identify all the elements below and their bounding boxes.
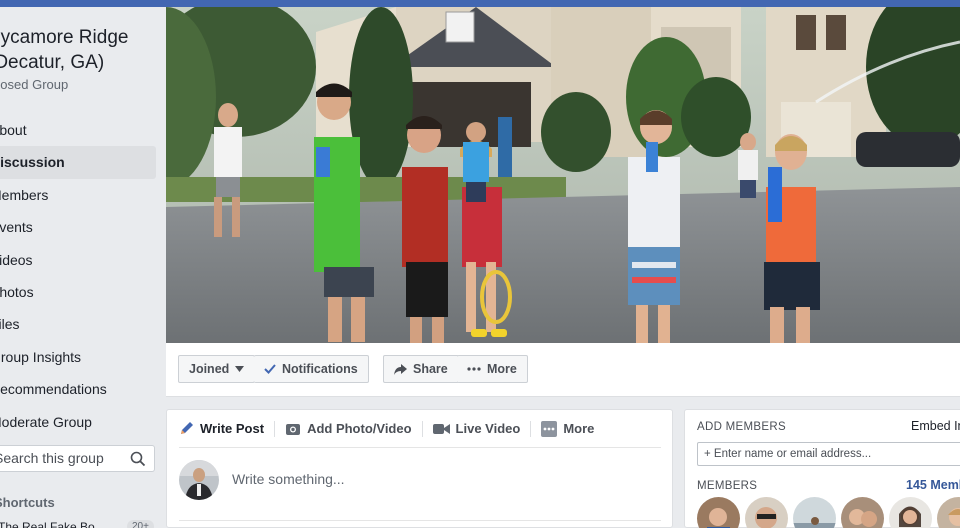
top-bar	[0, 0, 960, 7]
sidebar-item-members[interactable]: Members	[0, 179, 156, 211]
member-avatar[interactable]	[889, 497, 932, 528]
post-text-input[interactable]: Write something...	[232, 471, 345, 487]
sidebar-item-label: Events	[0, 219, 33, 236]
composer-divider	[179, 520, 661, 521]
tab-live-video[interactable]: Live Video	[432, 410, 531, 448]
more-dots-icon	[467, 367, 481, 371]
members-count-link[interactable]: 145 Memb	[906, 478, 960, 492]
more-label: More	[487, 362, 517, 376]
embed-link[interactable]: Embed In	[911, 419, 960, 433]
add-member-placeholder: Enter name or email address...	[713, 448, 872, 460]
tab-divider	[274, 420, 276, 437]
profile-picture	[179, 460, 219, 500]
tab-label: More	[563, 421, 595, 436]
notifications-label: Notifications	[282, 362, 358, 376]
shortcuts-heading: Shortcuts	[0, 495, 55, 510]
sidebar-item-recommendations[interactable]: Recommendations	[0, 373, 156, 405]
sidebar-item-label: Discussion	[0, 154, 65, 171]
tab-label: Write Post	[200, 421, 265, 436]
composer-tabs: Write Post Add Photo/Video Live Video Mo…	[179, 410, 661, 448]
sidebar-item-label: Files	[0, 316, 20, 333]
sidebar-item-about[interactable]: About	[0, 114, 156, 146]
member-avatar[interactable]	[745, 497, 788, 528]
group-name-line1: Sycamore Ridge	[0, 27, 129, 48]
sidebar-item-discussion[interactable]: Discussion	[0, 146, 156, 179]
add-member-input[interactable]: + Enter name or email address...	[697, 442, 960, 466]
sidebar-item-label: Videos	[0, 251, 33, 268]
group-action-bar: Joined Notifications Share More	[166, 343, 960, 397]
sidebar-item-moderate-group[interactable]: Moderate Group	[0, 406, 156, 438]
checkmark-icon	[264, 364, 276, 374]
more-grid-icon	[541, 420, 558, 437]
sidebar-item-label: Recommendations	[0, 381, 107, 398]
group-name[interactable]: Sycamore Ridge (Decatur, GA)	[0, 25, 163, 75]
shortcut-item[interactable]: The Real Fake Bo	[0, 520, 95, 528]
chevron-down-icon	[235, 366, 245, 372]
sidebar-item-label: Members	[0, 186, 49, 203]
tab-label: Add Photo/Video	[307, 421, 412, 436]
add-members-heading: ADD MEMBERS	[697, 421, 786, 433]
joined-label: Joined	[189, 362, 230, 376]
video-camera-icon	[432, 423, 450, 434]
share-arrow-icon	[394, 363, 407, 375]
avatar[interactable]	[179, 460, 219, 500]
group-nav: About Discussion Members Events Videos P…	[0, 114, 156, 438]
member-avatar[interactable]	[697, 497, 740, 528]
camera-icon	[286, 423, 301, 435]
tab-add-photo-video[interactable]: Add Photo/Video	[285, 410, 421, 448]
member-avatar[interactable]	[793, 497, 836, 528]
cover-photo[interactable]	[166, 7, 960, 343]
sidebar-item-label: Group Insights	[0, 348, 82, 365]
sidebar-item-files[interactable]: Files	[0, 308, 156, 340]
cover-photo-image	[166, 7, 960, 343]
sidebar-item-photos[interactable]: Photos	[0, 276, 156, 308]
tab-more[interactable]: More	[541, 410, 604, 448]
joined-button[interactable]: Joined	[178, 355, 256, 383]
plus-icon: +	[704, 448, 711, 460]
member-avatar[interactable]	[937, 497, 960, 528]
members-heading: MEMBERS	[697, 480, 758, 492]
sidebar-item-label: Moderate Group	[0, 413, 92, 430]
share-label: Share	[413, 362, 448, 376]
member-avatar[interactable]	[841, 497, 884, 528]
sidebar-item-videos[interactable]: Videos	[0, 244, 156, 276]
sidebar-item-group-insights[interactable]: Group Insights	[0, 341, 156, 373]
sidebar-item-events[interactable]: Events	[0, 211, 156, 243]
share-button[interactable]: Share	[383, 355, 459, 383]
sidebar-item-label: About	[0, 122, 27, 138]
tab-divider	[530, 420, 532, 437]
shortcut-count-badge: 20+	[127, 520, 154, 528]
group-sidebar: Sycamore Ridge (Decatur, GA) Closed Grou…	[0, 7, 166, 528]
group-privacy-label: Closed Group	[0, 77, 69, 92]
group-search-input[interactable]	[0, 450, 124, 466]
sidebar-item-label: Photos	[0, 283, 34, 300]
more-button[interactable]: More	[457, 355, 528, 383]
pencil-icon	[181, 422, 193, 434]
member-avatars	[697, 497, 960, 528]
tab-divider	[421, 420, 423, 437]
members-panel: ADD MEMBERS Embed In + Enter name or ema…	[684, 409, 960, 528]
group-search-box	[0, 445, 155, 472]
tab-write-post[interactable]: Write Post	[179, 410, 274, 448]
post-composer: Write Post Add Photo/Video Live Video Mo…	[166, 409, 673, 528]
group-name-line2: (Decatur, GA)	[0, 52, 105, 73]
notifications-button[interactable]: Notifications	[254, 355, 369, 383]
tab-label: Live Video	[455, 421, 521, 436]
search-icon[interactable]	[130, 451, 146, 467]
